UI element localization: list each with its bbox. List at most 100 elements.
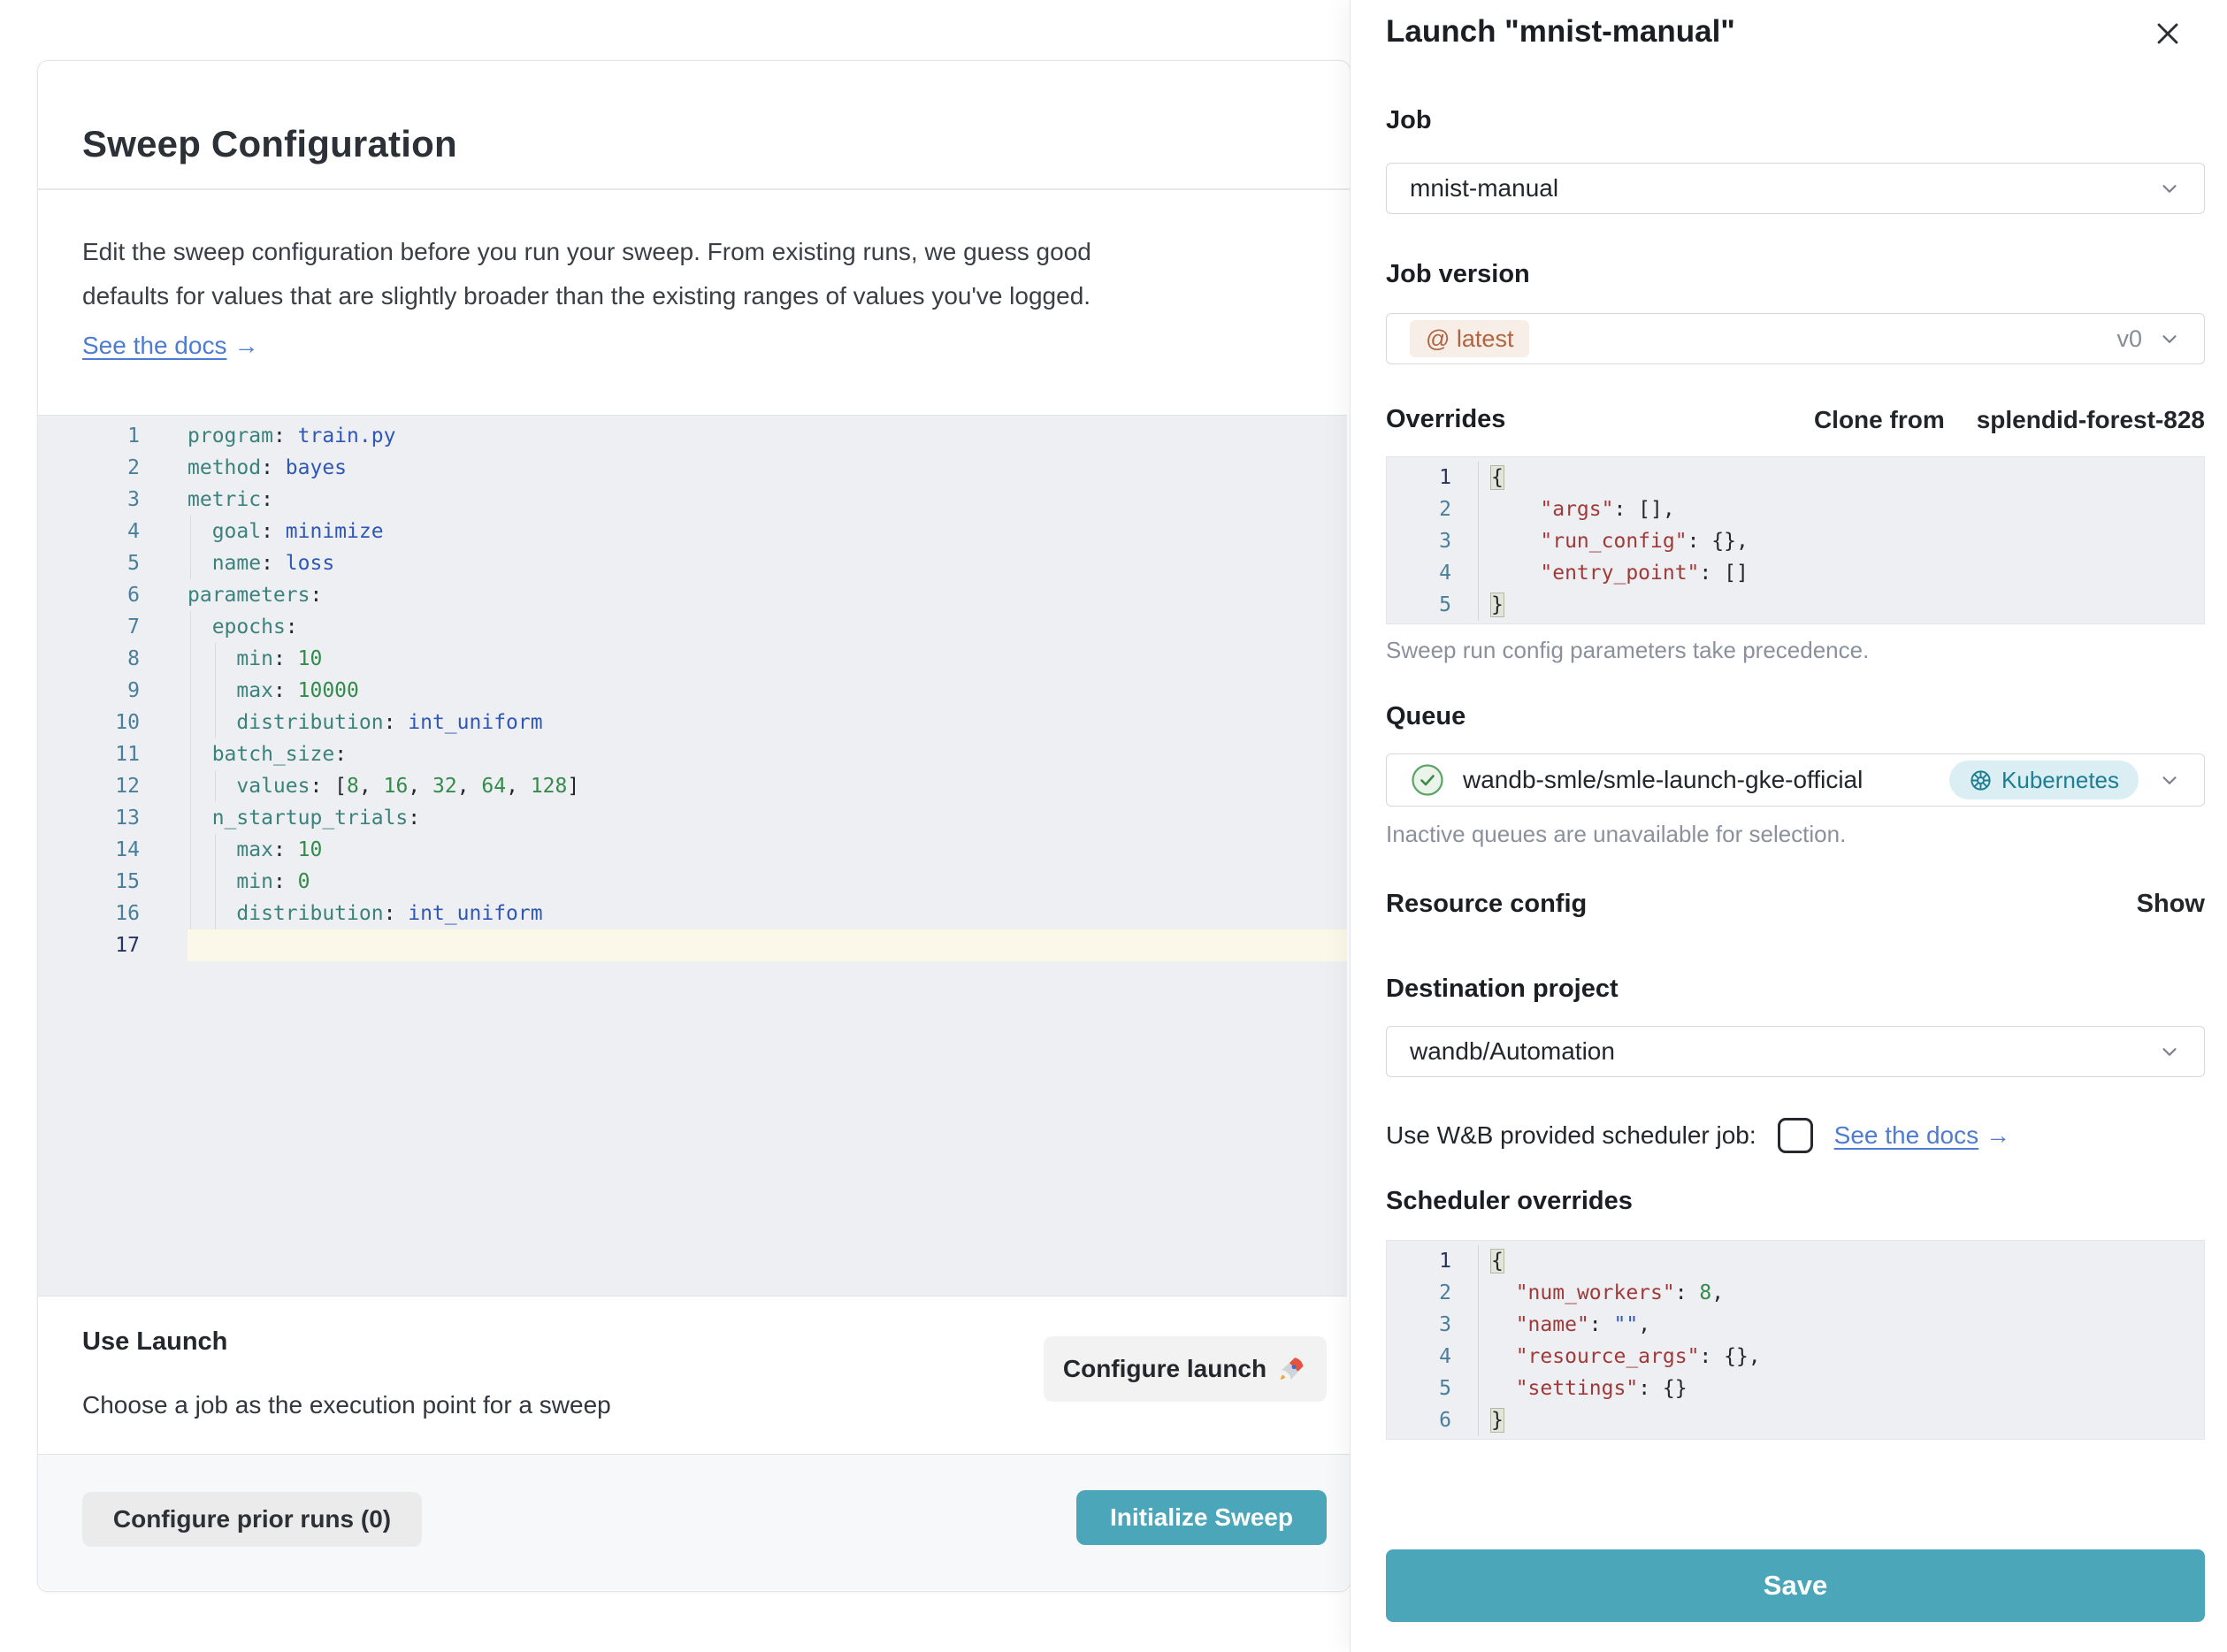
job-select[interactable]: mnist-manual — [1386, 163, 2205, 214]
code-line-content[interactable]: "name": "", — [1479, 1309, 2204, 1341]
code-line-content[interactable]: n_startup_trials: — [187, 802, 1347, 834]
clone-from-run-link[interactable]: splendid-forest-828 — [1977, 406, 2205, 434]
code-line: 15 min: 0 — [38, 866, 1347, 898]
see-docs-label: See the docs — [82, 332, 226, 359]
indent-guide — [190, 675, 191, 707]
sweep-config-editor[interactable]: 1program: train.py2method: bayes3metric:… — [38, 415, 1347, 1296]
code-line-content[interactable]: "settings": {} — [1479, 1373, 2204, 1404]
line-number: 1 — [1387, 462, 1479, 493]
code-line: 16 distribution: int_uniform — [38, 898, 1347, 929]
queue-select[interactable]: wandb-smle/smle-launch-gke-official Kube… — [1386, 753, 2205, 807]
code-line-content[interactable]: metric: — [187, 484, 1347, 516]
code-line-content[interactable]: "resource_args": {}, — [1479, 1341, 2204, 1373]
initialize-sweep-button[interactable]: Initialize Sweep — [1076, 1490, 1327, 1545]
code-line-content[interactable]: { — [1479, 462, 2204, 493]
see-docs-label: See the docs — [1834, 1121, 1978, 1149]
code-line-content[interactable]: "run_config": {}, — [1479, 525, 2204, 557]
code-token: distribution — [236, 711, 383, 734]
code-token: { — [1491, 466, 1504, 489]
page-title: Sweep Configuration — [82, 123, 457, 165]
code-line-content[interactable]: } — [1479, 1404, 2204, 1436]
overrides-label: Overrides — [1386, 405, 1505, 434]
destination-project-label: Destination project — [1386, 975, 1619, 1004]
code-line-content[interactable]: name: loss — [187, 547, 1347, 579]
code-token: "args" — [1540, 498, 1613, 521]
code-line-content[interactable]: method: bayes — [187, 452, 1347, 484]
job-version-select[interactable]: @ latest v0 — [1386, 313, 2205, 364]
code-token: : — [286, 616, 298, 639]
code-token: : — [384, 902, 409, 925]
code-line: 4 "entry_point": [] — [1387, 557, 2204, 589]
see-docs-link-scheduler[interactable]: See the docs→ — [1834, 1121, 2010, 1150]
code-line-content[interactable]: parameters: — [187, 579, 1347, 611]
code-line-content[interactable]: } — [1479, 589, 2204, 621]
code-line-content[interactable]: max: 10000 — [187, 675, 1347, 707]
line-number: 7 — [38, 611, 140, 643]
code-token: ] — [567, 775, 579, 798]
code-line-content[interactable]: epochs: — [187, 611, 1347, 643]
code-line-content[interactable]: min: 0 — [187, 866, 1347, 898]
code-token: train.py — [298, 424, 396, 447]
code-token — [187, 807, 212, 830]
code-line-content[interactable]: distribution: int_uniform — [187, 898, 1347, 929]
description-line-1: Edit the sweep configuration before you … — [82, 238, 1091, 266]
code-token: { — [1491, 1250, 1504, 1273]
close-button[interactable] — [2148, 14, 2187, 53]
code-line-content[interactable]: values: [8, 16, 32, 64, 128] — [187, 770, 1347, 802]
code-line: 6parameters: — [38, 579, 1347, 611]
line-number: 6 — [1387, 1404, 1479, 1436]
destination-project-value: wandb/Automation — [1410, 1037, 1615, 1066]
code-token — [1491, 1281, 1516, 1304]
code-token: "entry_point" — [1540, 562, 1699, 585]
save-button[interactable]: Save — [1386, 1549, 2205, 1622]
code-token: loss — [286, 552, 334, 575]
code-token: : — [273, 838, 298, 861]
overrides-editor[interactable]: 1{2 "args": [],3 "run_config": {},4 "ent… — [1386, 456, 2205, 624]
resource-config-row: Resource config Show — [1386, 890, 2205, 919]
code-line-content[interactable]: program: train.py — [187, 420, 1347, 452]
indent-guide — [215, 898, 216, 929]
code-line-content[interactable]: distribution: int_uniform — [187, 707, 1347, 738]
code-token — [187, 647, 236, 670]
scheduler-overrides-editor[interactable]: 1{2 "num_workers": 8,3 "name": "",4 "res… — [1386, 1240, 2205, 1440]
show-resource-config-button[interactable]: Show — [2137, 890, 2205, 919]
line-number: 5 — [1387, 589, 1479, 621]
indent-guide — [215, 866, 216, 898]
scheduler-job-checkbox[interactable] — [1778, 1118, 1813, 1153]
line-number: 9 — [38, 675, 140, 707]
configure-prior-runs-button[interactable]: Configure prior runs (0) — [82, 1492, 422, 1547]
code-token: goal — [212, 520, 261, 543]
code-line-content[interactable] — [187, 929, 1347, 961]
card-footer: Configure prior runs (0) Initialize Swee… — [38, 1454, 1350, 1590]
code-line-content[interactable]: "entry_point": [] — [1479, 557, 2204, 589]
code-token: : — [273, 679, 298, 702]
code-line-content[interactable]: goal: minimize — [187, 516, 1347, 547]
line-number: 17 — [38, 929, 140, 961]
code-line-content[interactable]: min: 10 — [187, 643, 1347, 675]
code-line: 1{ — [1387, 462, 2204, 493]
code-line: 3 "name": "", — [1387, 1309, 2204, 1341]
job-label: Job — [1386, 106, 1432, 135]
see-docs-link[interactable]: See the docs→ — [82, 332, 258, 360]
destination-project-select[interactable]: wandb/Automation — [1386, 1026, 2205, 1077]
scheduler-job-label: Use W&B provided scheduler job: — [1386, 1121, 1756, 1150]
code-line: 11 batch_size: — [38, 738, 1347, 770]
queue-helper: Inactive queues are unavailable for sele… — [1386, 821, 1846, 848]
code-token: "name" — [1516, 1313, 1589, 1336]
code-token: "num_workers" — [1516, 1281, 1675, 1304]
code-line-content[interactable]: { — [1479, 1245, 2204, 1277]
code-token — [1491, 562, 1540, 585]
code-line-content[interactable]: max: 10 — [187, 834, 1347, 866]
queue-value: wandb-smle/smle-launch-gke-official — [1463, 766, 1863, 794]
code-token: 0 — [298, 870, 310, 893]
code-token: : — [408, 807, 420, 830]
indent-guide — [190, 802, 191, 834]
code-token: : {}, — [1687, 530, 1749, 553]
code-line-content[interactable]: "args": [], — [1479, 493, 2204, 525]
kubernetes-icon — [1969, 769, 1993, 792]
configure-launch-button[interactable]: Configure launch — [1044, 1336, 1327, 1402]
code-token — [187, 552, 212, 575]
code-line-content[interactable]: batch_size: — [187, 738, 1347, 770]
code-line-content[interactable]: "num_workers": 8, — [1479, 1277, 2204, 1309]
line-number: 8 — [38, 643, 140, 675]
